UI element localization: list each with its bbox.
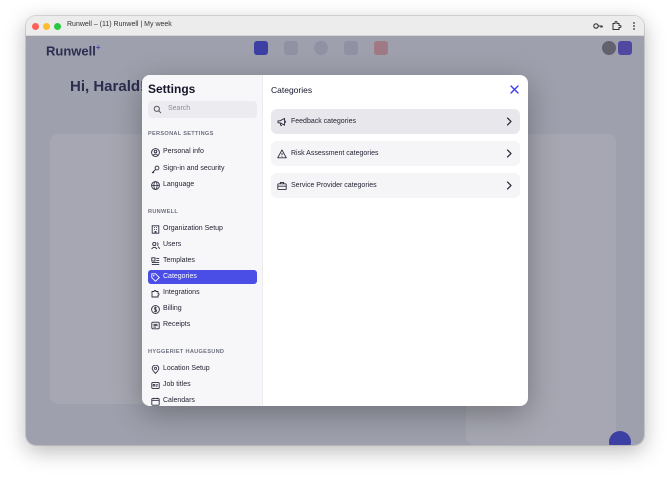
- browser-window: Runwell – (11) Runwell | My week Runwell…: [26, 16, 644, 445]
- megaphone-icon: [277, 117, 287, 127]
- sidebar-item-label: Templates: [163, 257, 195, 264]
- sidebar-item-sign-in-security[interactable]: Sign-in and security: [148, 162, 257, 176]
- section-heading-personal: PERSONAL SETTINGS: [148, 131, 214, 137]
- sidebar-item-location-setup[interactable]: Location Setup: [148, 362, 257, 376]
- globe-icon: [151, 180, 160, 190]
- settings-modal: Settings Search PERSONAL SETTINGS Person…: [142, 75, 528, 406]
- key-icon: [151, 165, 160, 174]
- sidebar-item-label: Users: [163, 241, 182, 248]
- sidebar-item-label: Integrations: [163, 289, 200, 296]
- content-title: Categories: [271, 85, 313, 95]
- sidebar-item-integrations[interactable]: Integrations: [148, 286, 257, 300]
- sidebar-item-label: Sign-in and security: [163, 165, 225, 172]
- section-heading-hyggeriet: HYGGERIET HAUGESUND: [148, 349, 225, 355]
- sidebar-item-label: Location Setup: [163, 365, 210, 372]
- building-icon: [151, 224, 160, 234]
- sidebar-item-label: Receipts: [163, 321, 191, 328]
- extensions-icon[interactable]: [610, 20, 622, 32]
- category-item-label: Feedback categories: [291, 118, 356, 125]
- sidebar-item-receipts[interactable]: Receipts: [148, 318, 257, 332]
- service-provider-categories-item[interactable]: Service Provider categories: [271, 173, 520, 198]
- calendar-icon: [151, 397, 160, 406]
- close-icon[interactable]: [509, 84, 520, 95]
- sidebar-item-label: Job titles: [163, 381, 191, 388]
- briefcase-icon: [277, 181, 287, 191]
- sidebar-item-categories[interactable]: Categories: [148, 270, 257, 284]
- search-icon: [153, 105, 162, 114]
- receipt-icon: [151, 321, 160, 330]
- sidebar-item-job-titles[interactable]: Job titles: [148, 378, 257, 392]
- close-window-button[interactable]: [32, 23, 39, 30]
- sidebar-item-billing[interactable]: Billing: [148, 302, 257, 316]
- puzzle-icon: [151, 289, 160, 298]
- warning-icon: [277, 149, 287, 159]
- maximize-window-button[interactable]: [54, 23, 61, 30]
- sidebar-item-personal-info[interactable]: Personal info: [148, 145, 257, 159]
- search-placeholder: Search: [168, 105, 191, 112]
- more-menu-icon[interactable]: [628, 20, 640, 32]
- settings-title: Settings: [148, 82, 196, 96]
- sidebar-item-label: Language: [163, 181, 195, 188]
- title-bar: Runwell – (11) Runwell | My week: [26, 16, 644, 36]
- section-heading-runwell: RUNWELL: [148, 209, 179, 215]
- sidebar-item-language[interactable]: Language: [148, 178, 257, 192]
- tag-icon: [151, 272, 160, 282]
- dollar-icon: [151, 304, 160, 314]
- sidebar-item-templates[interactable]: Templates: [148, 254, 257, 268]
- window-title: Runwell – (11) Runwell | My week: [67, 21, 172, 28]
- sidebar-item-label: Billing: [163, 305, 182, 312]
- users-icon: [151, 241, 160, 250]
- sidebar-item-label: Categories: [163, 273, 197, 280]
- settings-sidebar: Settings Search PERSONAL SETTINGS Person…: [142, 75, 263, 406]
- sidebar-item-label: Calendars: [163, 397, 195, 404]
- sidebar-item-users[interactable]: Users: [148, 238, 257, 252]
- risk-assessment-categories-item[interactable]: Risk Assessment categories: [271, 141, 520, 166]
- sidebar-item-label: Organization Setup: [163, 225, 223, 232]
- location-pin-icon: [151, 364, 160, 374]
- feedback-categories-item[interactable]: Feedback categories: [271, 109, 520, 134]
- category-item-label: Risk Assessment categories: [291, 150, 379, 157]
- template-icon: [151, 256, 160, 266]
- category-item-label: Service Provider categories: [291, 182, 377, 189]
- minimize-window-button[interactable]: [43, 23, 50, 30]
- sidebar-item-organization-setup[interactable]: Organization Setup: [148, 222, 257, 236]
- chevron-right-icon: [505, 149, 513, 158]
- chevron-right-icon: [505, 117, 513, 126]
- sidebar-item-calendars[interactable]: Calendars: [148, 394, 257, 406]
- key-icon[interactable]: [592, 20, 604, 32]
- user-circle-icon: [151, 147, 160, 157]
- chevron-right-icon: [505, 181, 513, 190]
- settings-search-input[interactable]: Search: [148, 101, 257, 118]
- id-badge-icon: [151, 381, 160, 390]
- sidebar-item-label: Personal info: [163, 148, 204, 155]
